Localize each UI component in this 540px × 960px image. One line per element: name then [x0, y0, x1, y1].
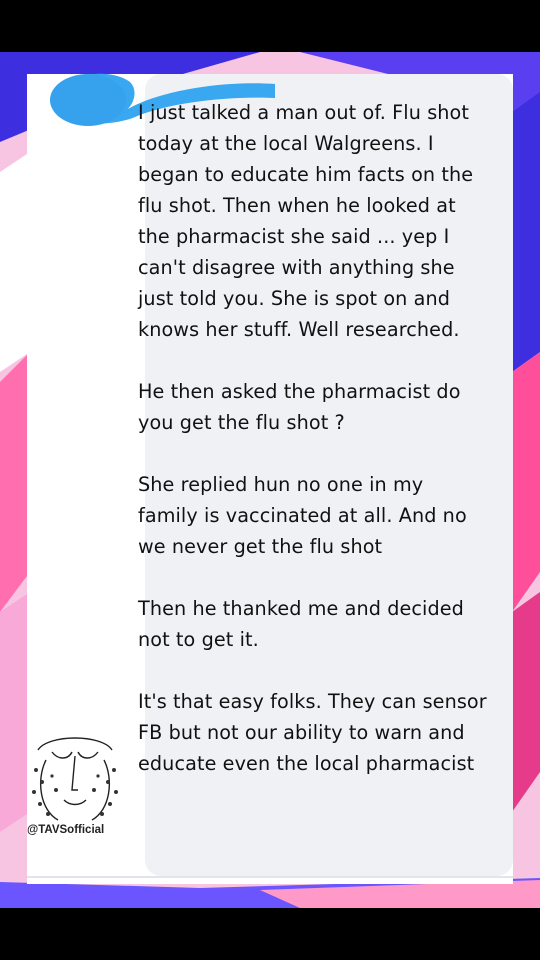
watermark-handle: @TAVSofficial — [27, 824, 105, 836]
card-divider — [27, 876, 513, 878]
post-paragraph-3: She replied hun no one in my family is v… — [138, 473, 467, 558]
post-paragraph-5: It's that easy folks. They can sensor FB… — [138, 690, 487, 775]
post-text: I just talked a man out of. Flu shot tod… — [138, 97, 488, 779]
post-paragraph-1: I just talked a man out of. Flu shot tod… — [138, 101, 474, 341]
post-paragraph-2: He then asked the pharmacist do you get … — [138, 380, 461, 434]
screenshot-frame: I just talked a man out of. Flu shot tod… — [0, 52, 540, 908]
post-paragraph-4: Then he thanked me and decided not to ge… — [138, 597, 464, 651]
